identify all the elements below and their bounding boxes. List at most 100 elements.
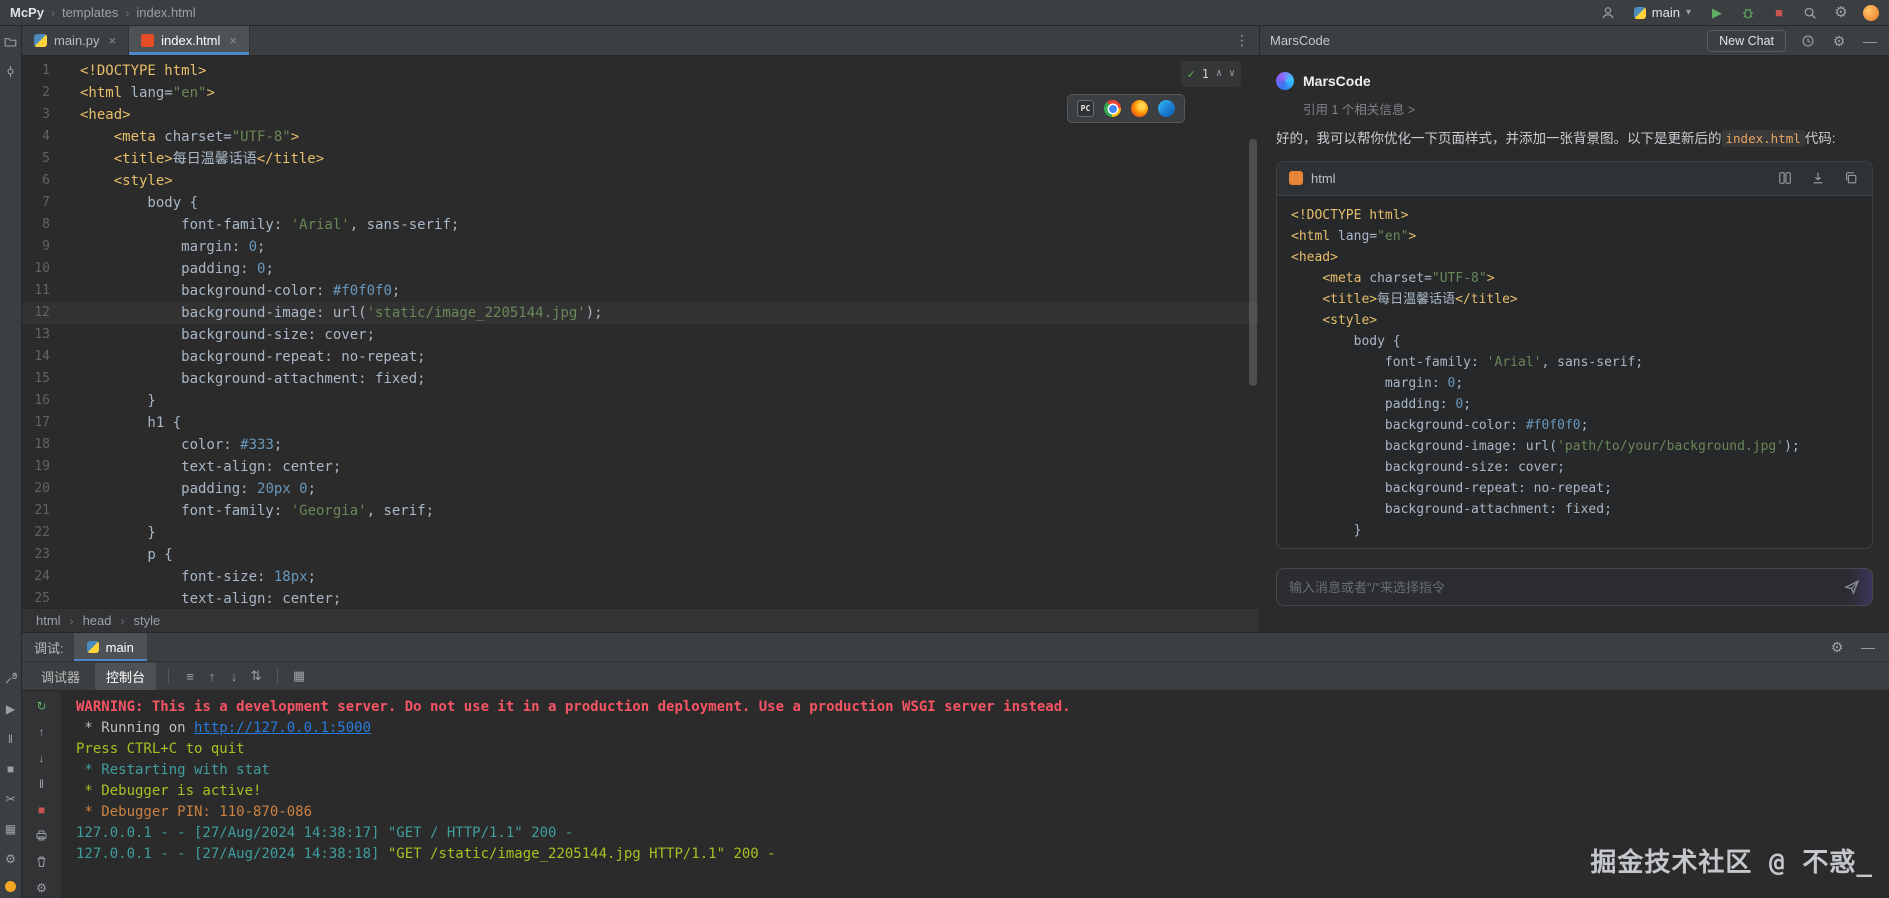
tab-label: index.html (161, 33, 220, 48)
wrench-icon[interactable] (3, 671, 18, 686)
breadcrumb-folder[interactable]: templates (62, 5, 118, 20)
grid-icon[interactable]: ▦ (3, 821, 18, 836)
run-button[interactable]: ▶ (1708, 4, 1726, 22)
inspections-widget[interactable]: ✓ 1 ∧ ∨ (1181, 61, 1241, 87)
edge-icon[interactable] (1158, 100, 1175, 117)
diff-icon[interactable] (1776, 169, 1794, 187)
code-line-6[interactable]: 6 <style> (22, 170, 1259, 192)
stop-icon[interactable]: ■ (34, 802, 49, 817)
debug-session-tab[interactable]: main (74, 633, 147, 661)
settings-gear-icon[interactable]: ⚙ (34, 880, 49, 895)
scroll-down-icon[interactable]: ↓ (225, 667, 243, 685)
pycharm-preview-icon[interactable]: PC (1077, 100, 1094, 117)
snippet-line: <head> (1291, 247, 1858, 268)
code-editor[interactable]: 1<!DOCTYPE html>2<html lang="en">3<head>… (22, 56, 1259, 608)
breadcrumb-head[interactable]: head (83, 613, 112, 628)
code-line-16[interactable]: 16 } (22, 390, 1259, 412)
minimize-icon[interactable]: — (1861, 32, 1879, 50)
debug-button[interactable] (1739, 4, 1757, 22)
console-link[interactable]: http://127.0.0.1:5000 (194, 720, 371, 736)
code-line-19[interactable]: 19 text-align: center; (22, 456, 1259, 478)
breadcrumb-file[interactable]: index.html (136, 5, 195, 20)
chevron-up-icon[interactable]: ∧ (1216, 63, 1222, 85)
code-line-9[interactable]: 9 margin: 0; (22, 236, 1259, 258)
scroll-to-end-icon[interactable]: ⇅ (247, 667, 265, 685)
tab-main-py[interactable]: main.py × (22, 26, 129, 55)
pause-icon[interactable]: ‖ (34, 776, 49, 791)
code-line-24[interactable]: 24 font-size: 18px; (22, 566, 1259, 588)
run-tool-icon[interactable]: ▶ (3, 701, 18, 716)
users-icon[interactable] (1599, 4, 1617, 22)
print-icon[interactable] (34, 828, 49, 843)
code-line-23[interactable]: 23 p { (22, 544, 1259, 566)
tab-console[interactable]: 控制台 (95, 663, 156, 690)
commit-icon[interactable] (3, 64, 18, 79)
insert-icon[interactable] (1809, 169, 1827, 187)
console-output[interactable]: WARNING: This is a development server. D… (62, 691, 1889, 898)
code-text: padding: 20px 0; (56, 478, 316, 500)
close-icon[interactable]: × (109, 33, 117, 48)
code-line-25[interactable]: 25 text-align: center; (22, 588, 1259, 608)
project-name[interactable]: McPy (10, 5, 44, 20)
search-icon[interactable] (1801, 4, 1819, 22)
step-down-icon[interactable]: ↓ (34, 750, 49, 765)
tab-debugger[interactable]: 调试器 (30, 663, 91, 690)
nav-breadcrumbs: McPy › templates › index.html (10, 5, 196, 20)
rerun-icon[interactable]: ↻ (34, 698, 49, 713)
code-line-13[interactable]: 13 background-size: cover; (22, 324, 1259, 346)
line-number: 5 (22, 148, 56, 170)
reference-link[interactable]: 引用 1 个相关信息 > (1303, 99, 1873, 118)
code-line-20[interactable]: 20 padding: 20px 0; (22, 478, 1259, 500)
gear-icon[interactable]: ⚙ (1828, 638, 1846, 656)
chat-input-field[interactable] (1289, 580, 1836, 595)
step-up-icon[interactable]: ↑ (34, 724, 49, 739)
code-line-10[interactable]: 10 padding: 0; (22, 258, 1259, 280)
gear-icon[interactable]: ⚙ (3, 851, 18, 866)
stop-tool-icon[interactable]: ■ (3, 761, 18, 776)
scissors-icon[interactable]: ✂ (3, 791, 18, 806)
close-icon[interactable]: × (229, 33, 237, 48)
scrollbar[interactable] (1249, 139, 1257, 386)
clear-icon[interactable] (34, 854, 49, 869)
code-line-18[interactable]: 18 color: #333; (22, 434, 1259, 456)
minimize-icon[interactable]: — (1859, 638, 1877, 656)
code-line-22[interactable]: 22 } (22, 522, 1259, 544)
pause-tool-icon[interactable]: ‖ (3, 731, 18, 746)
browser-preview-bar: PC (1067, 94, 1185, 123)
layout-icon[interactable]: ▦ (290, 667, 308, 685)
stop-button[interactable]: ■ (1770, 4, 1788, 22)
settings-gear-icon[interactable]: ⚙ (1832, 4, 1850, 22)
gear-icon[interactable]: ⚙ (1830, 32, 1848, 50)
code-line-1[interactable]: 1<!DOCTYPE html> (22, 60, 1259, 82)
more-options-icon[interactable]: ⋮ (1225, 26, 1259, 55)
code-line-4[interactable]: 4 <meta charset="UTF-8"> (22, 126, 1259, 148)
scroll-up-icon[interactable]: ↑ (203, 667, 221, 685)
code-line-12[interactable]: 12 background-image: url('static/image_2… (22, 302, 1259, 324)
breadcrumb-html[interactable]: html (36, 613, 61, 628)
chevron-down-icon[interactable]: ∨ (1229, 63, 1235, 85)
new-chat-button[interactable]: New Chat (1707, 30, 1786, 52)
breadcrumb-style[interactable]: style (133, 613, 160, 628)
package-icon[interactable] (5, 881, 16, 892)
code-line-17[interactable]: 17 h1 { (22, 412, 1259, 434)
project-icon[interactable] (3, 34, 18, 49)
tab-index-html[interactable]: index.html × (129, 26, 250, 55)
code-line-21[interactable]: 21 font-family: 'Georgia', serif; (22, 500, 1259, 522)
chat-area: MarsCode 引用 1 个相关信息 > 好的，我可以帮你优化一下页面样式，并… (1260, 56, 1889, 632)
chrome-icon[interactable] (1104, 100, 1121, 117)
chat-input[interactable] (1276, 568, 1873, 606)
code-line-14[interactable]: 14 background-repeat: no-repeat; (22, 346, 1259, 368)
code-line-5[interactable]: 5 <title>每日温馨话语</title> (22, 148, 1259, 170)
run-config-selector[interactable]: main ▾ (1630, 3, 1695, 22)
history-icon[interactable] (1799, 32, 1817, 50)
send-icon[interactable] (1844, 579, 1860, 595)
code-text: text-align: center; (56, 588, 341, 608)
code-line-15[interactable]: 15 background-attachment: fixed; (22, 368, 1259, 390)
code-line-8[interactable]: 8 font-family: 'Arial', sans-serif; (22, 214, 1259, 236)
copy-icon[interactable] (1842, 169, 1860, 187)
code-line-11[interactable]: 11 background-color: #f0f0f0; (22, 280, 1259, 302)
avatar[interactable] (1863, 5, 1879, 21)
firefox-icon[interactable] (1131, 100, 1148, 117)
soft-wrap-icon[interactable]: ≡ (181, 667, 199, 685)
code-line-7[interactable]: 7 body { (22, 192, 1259, 214)
